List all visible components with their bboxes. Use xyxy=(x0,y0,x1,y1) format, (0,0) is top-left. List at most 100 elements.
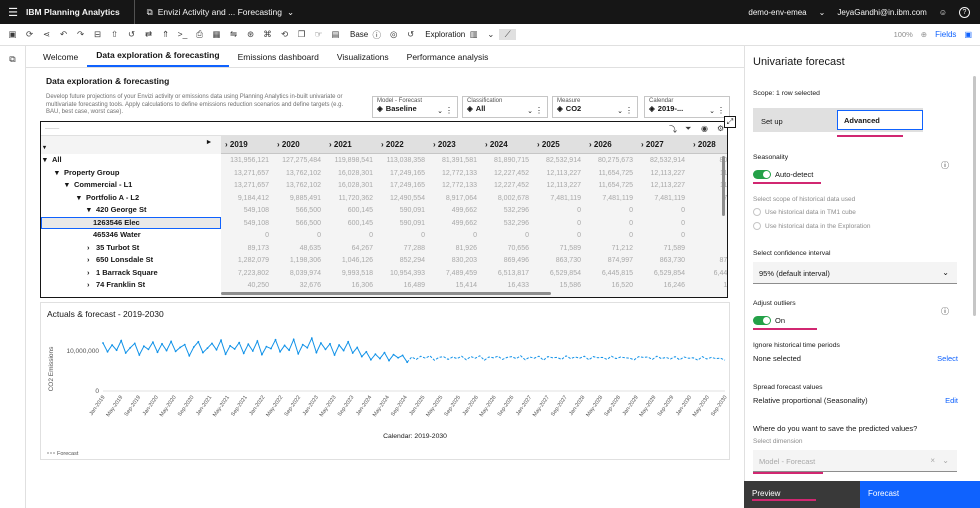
grid-cell[interactable]: 590,091 xyxy=(377,220,425,227)
tab-data-exploration[interactable]: Data exploration & forecasting xyxy=(87,50,229,67)
grid-cell[interactable]: 0 xyxy=(637,232,685,239)
check-icon[interactable]: ◎ xyxy=(385,29,402,40)
expand-toggle-icon[interactable]: ▾ xyxy=(43,154,47,167)
reset-icon[interactable]: ↺ xyxy=(402,29,419,40)
expand-toggle-icon[interactable]: ▾ xyxy=(55,167,59,180)
grid-cell[interactable]: 0 xyxy=(325,232,373,239)
year-header[interactable]: › 2020 xyxy=(277,140,300,149)
grid-cell[interactable]: 113,038,358 xyxy=(377,157,425,164)
year-header[interactable]: › 2019 xyxy=(225,140,248,149)
grid-cell[interactable]: 7,481,119 xyxy=(585,195,633,202)
sandbox-icon[interactable]: ⊟ xyxy=(89,29,106,40)
grid-cell[interactable]: 0 xyxy=(533,220,581,227)
user-icon[interactable]: ☺ xyxy=(939,8,947,17)
cycle-icon[interactable]: ⟲ xyxy=(276,29,293,40)
sync-icon[interactable]: ⇋ xyxy=(225,29,242,40)
grid-cell[interactable]: 16,306 xyxy=(325,282,373,289)
grid-cell[interactable]: 0 xyxy=(377,232,425,239)
filter-icon[interactable]: ⏷ xyxy=(685,124,691,134)
grid-cell[interactable]: 590,091 xyxy=(377,207,425,214)
grid-cell[interactable]: 0 xyxy=(273,232,321,239)
tab-performance-analysis[interactable]: Performance analysis xyxy=(398,52,498,67)
grid-cell[interactable]: 499,662 xyxy=(429,220,477,227)
workspace-selector[interactable]: ⧉ Envizi Activity and ... Forecasting ⌄ xyxy=(135,7,294,18)
grid-row-label[interactable]: › 35 Turbot St xyxy=(41,242,221,255)
grid-cell[interactable]: 71,212 xyxy=(585,245,633,252)
grid-cell[interactable]: 15,414 xyxy=(429,282,477,289)
fields-panel-icon[interactable]: ▣ xyxy=(964,30,972,39)
grid-row-label[interactable]: ▾ All xyxy=(41,154,221,167)
year-header[interactable]: › 2021 xyxy=(329,140,352,149)
grid-cell[interactable]: 6,445,8 xyxy=(689,270,727,277)
confidence-dropdown[interactable]: 95% (default interval) ⌄ xyxy=(753,262,957,284)
setup-tab[interactable]: Set up xyxy=(761,117,783,126)
grid-cell[interactable]: 600,145 xyxy=(325,207,373,214)
year-header[interactable]: › 2023 xyxy=(433,140,456,149)
grid-cell[interactable]: 82,532,914 xyxy=(637,157,685,164)
terminal-icon[interactable]: >_ xyxy=(174,29,191,40)
grid-cell[interactable]: 40,250 xyxy=(221,282,269,289)
grid-cell[interactable]: 549,108 xyxy=(221,207,269,214)
redo-icon[interactable]: ↷ xyxy=(72,29,89,40)
expand-toggle-icon[interactable]: ▾ xyxy=(77,192,81,205)
forecast-chart-icon[interactable]: ⟋ xyxy=(499,29,517,40)
print-icon[interactable]: ⎙ xyxy=(191,29,208,40)
year-header[interactable]: › 2024 xyxy=(485,140,508,149)
grid-cell[interactable]: 77,288 xyxy=(377,245,425,252)
fields-button[interactable]: Fields xyxy=(935,30,956,39)
grid-row-label[interactable]: › 650 Lonsdale St xyxy=(41,254,221,267)
filter-calendar[interactable]: Calendar ◈ 2019-... ⌄ ⋮ xyxy=(644,96,730,118)
expand-toggle-icon[interactable]: ▾ xyxy=(87,204,91,217)
grid-cell[interactable]: 532,296 xyxy=(481,207,529,214)
year-header[interactable]: › 2027 xyxy=(641,140,664,149)
calendar-icon[interactable]: ▦ xyxy=(208,29,225,40)
grid-cell[interactable]: 7 xyxy=(689,245,727,252)
grid-cell[interactable]: 13,271,657 xyxy=(221,170,269,177)
grid-cell[interactable]: 9,885,491 xyxy=(273,195,321,202)
grid-cell[interactable]: 6,445,815 xyxy=(585,270,633,277)
grid-cell[interactable]: 8,039,974 xyxy=(273,270,321,277)
grid-cell[interactable]: 80,275,673 xyxy=(585,157,633,164)
refresh-icon[interactable]: ⟳ xyxy=(21,29,38,40)
grid-cell[interactable]: 532,296 xyxy=(481,220,529,227)
copy-icon[interactable]: ❐ xyxy=(293,29,310,40)
grid-cell[interactable]: 852,294 xyxy=(377,257,425,264)
year-header[interactable]: › 2022 xyxy=(381,140,404,149)
grid-cell[interactable]: 11,654,725 xyxy=(585,182,633,189)
grid-cell[interactable]: 8,002,678 xyxy=(481,195,529,202)
grid-cell[interactable]: 0 xyxy=(585,232,633,239)
pages-icon[interactable]: ⧉ xyxy=(0,54,25,65)
overflow-menu-icon[interactable]: ⋮ xyxy=(535,106,543,115)
grid-cell[interactable]: 13,762,102 xyxy=(273,182,321,189)
outliers-toggle[interactable] xyxy=(753,316,771,325)
year-header[interactable]: › 2025 xyxy=(537,140,560,149)
grid-cell[interactable]: 32,676 xyxy=(273,282,321,289)
undo-icon[interactable]: ↶ xyxy=(55,29,72,40)
grid-cell[interactable]: 1,198,306 xyxy=(273,257,321,264)
grid-cell[interactable]: 89,173 xyxy=(221,245,269,252)
commit-icon[interactable]: ⇧ xyxy=(106,29,123,40)
grid-cell[interactable]: 81,391,581 xyxy=(429,157,477,164)
grid-cell[interactable]: 0 xyxy=(637,220,685,227)
chevron-right-icon[interactable]: ▸ xyxy=(207,136,211,149)
tab-welcome[interactable]: Welcome xyxy=(34,52,87,67)
grid-cell[interactable]: 71,589 xyxy=(533,245,581,252)
grid-cell[interactable]: 127,275,484 xyxy=(273,157,321,164)
vertical-scrollbar[interactable] xyxy=(722,156,725,216)
table-icon[interactable]: ▥ xyxy=(465,29,482,40)
grid-cell[interactable]: 12,113,227 xyxy=(637,170,685,177)
grid-cell[interactable]: 549,108 xyxy=(221,220,269,227)
chevron-down-icon[interactable]: ⌄ xyxy=(819,8,826,17)
pointer-icon[interactable]: ☞ xyxy=(310,29,327,40)
clear-icon[interactable]: × xyxy=(930,456,935,465)
collapse-icon[interactable]: ▾ xyxy=(43,142,46,155)
grid-cell[interactable]: 8,917,064 xyxy=(429,195,477,202)
help-icon[interactable]: ? xyxy=(959,6,970,18)
grid-cell[interactable]: 131,956,121 xyxy=(221,157,269,164)
grid-cell[interactable]: 600,145 xyxy=(325,220,373,227)
environment-selector[interactable]: demo-env-emea xyxy=(748,8,806,17)
grid-row-label[interactable]: › 74 Franklin St xyxy=(41,279,221,292)
panel-scrollbar[interactable] xyxy=(973,76,976,316)
hamburger-menu-icon[interactable]: ☰ xyxy=(0,6,26,19)
seasonality-toggle[interactable] xyxy=(753,170,771,179)
